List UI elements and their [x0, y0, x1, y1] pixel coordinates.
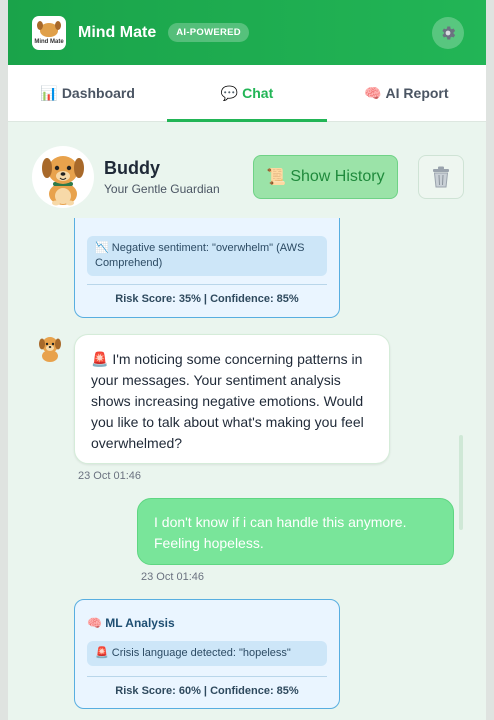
risk-score: Risk Score: 35% | Confidence: 85%: [87, 284, 327, 305]
tab-label: AI Report: [385, 85, 449, 101]
logo-text: Mind Mate: [34, 38, 64, 45]
buddy-subtitle: Your Gentle Guardian: [104, 182, 220, 196]
dog-icon: [42, 156, 84, 206]
tab-label: Dashboard: [61, 85, 135, 101]
tab-ai-report[interactable]: 🧠 AI Report: [327, 65, 486, 121]
ml-analysis-card: 🧠 ML Analysis 🚨 Crisis language detected…: [74, 599, 340, 709]
bot-message-time: 23 Oct 01:46: [78, 470, 141, 482]
chat-scrollbar[interactable]: [459, 435, 463, 530]
bot-message: 🚨 I'm noticing some concerning patterns …: [74, 334, 390, 464]
show-history-label: Show History: [290, 168, 385, 185]
ml-analysis-title: 🧠 ML Analysis: [87, 616, 175, 630]
chart-down-icon: 📉: [95, 242, 109, 254]
user-message: I don't know if i can handle this anymor…: [137, 498, 454, 565]
tab-label: Chat: [242, 85, 274, 101]
app-header: Mind Mate Mind Mate AI-POWERED: [8, 0, 486, 65]
clear-chat-button[interactable]: [418, 155, 464, 199]
ai-powered-badge: AI-POWERED: [168, 23, 249, 42]
app-logo: Mind Mate: [32, 15, 66, 50]
dog-icon: [39, 337, 61, 362]
brain-icon: 🧠: [364, 84, 382, 101]
app-title: Mind Mate: [78, 23, 157, 41]
sentiment-detection: 📉 Negative sentiment: "overwhelm" (AWS C…: [87, 236, 327, 276]
settings-button[interactable]: [432, 17, 464, 49]
app-window: Mind Mate Mind Mate AI-POWERED 📊 Dashboa…: [8, 0, 486, 720]
trash-icon: [433, 166, 449, 188]
detection-text: Negative sentiment: "overwhelm" (AWS Com…: [95, 242, 305, 269]
tab-dashboard[interactable]: 📊 Dashboard: [8, 65, 167, 121]
speech-bubble-icon: 💬: [220, 84, 239, 101]
user-message-time: 23 Oct 01:46: [141, 571, 204, 583]
gear-icon: [442, 26, 456, 40]
tab-chat[interactable]: 💬 Chat: [167, 65, 327, 122]
dog-logo-icon: [37, 20, 61, 37]
show-history-button[interactable]: 📜 Show History: [253, 155, 398, 199]
bar-chart-icon: 📊: [40, 84, 58, 101]
buddy-name: Buddy: [104, 158, 160, 178]
bot-avatar: [36, 334, 64, 362]
crisis-detection: 🚨 Crisis language detected: "hopeless": [87, 641, 327, 666]
nav-tabs: 📊 Dashboard 💬 Chat 🧠 AI Report: [8, 65, 486, 122]
scroll-icon: 📜: [266, 169, 287, 186]
ml-analysis-card: 📉 Negative sentiment: "overwhelm" (AWS C…: [74, 218, 340, 318]
buddy-avatar: [32, 146, 94, 208]
risk-score: Risk Score: 60% | Confidence: 85%: [87, 676, 327, 697]
